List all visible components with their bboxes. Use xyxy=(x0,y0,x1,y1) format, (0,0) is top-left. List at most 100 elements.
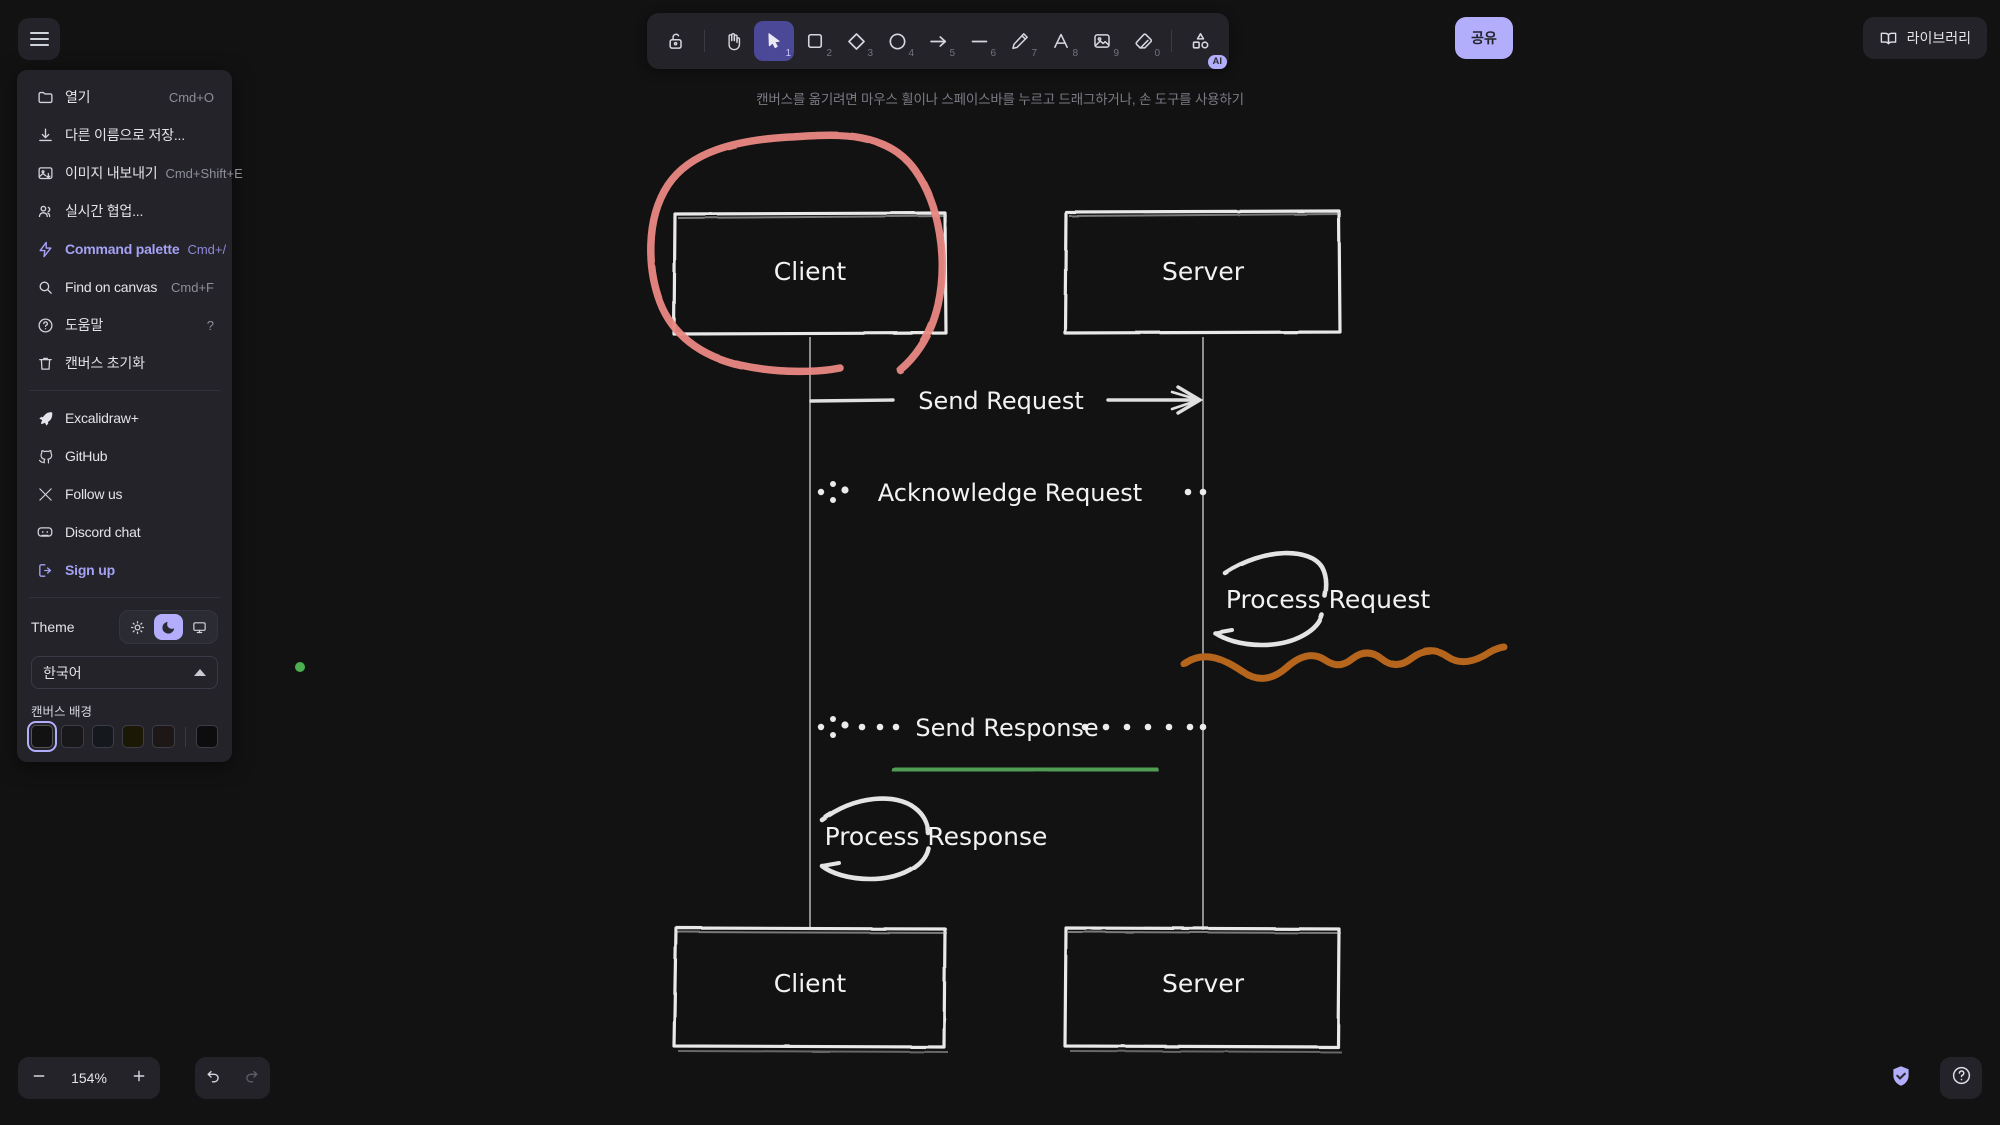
tool-shortcut-number: 4 xyxy=(908,48,914,59)
menu-item-live-collaboration[interactable]: 실시간 협업... xyxy=(23,192,226,230)
undo-icon xyxy=(205,1067,222,1089)
help-circle-icon xyxy=(1951,1065,1972,1091)
zoom-level-value[interactable]: 154% xyxy=(60,1070,118,1086)
message-label-acknowledge-request: Acknowledge Request xyxy=(878,479,1142,507)
discord-icon xyxy=(35,522,55,542)
theme-toggle-group[interactable] xyxy=(119,610,218,644)
language-select-value: 한국어 xyxy=(43,664,82,681)
tool-draw[interactable]: 7 xyxy=(1000,21,1040,61)
redo-icon xyxy=(243,1067,260,1089)
menu-item-label: 캔버스 초기화 xyxy=(65,355,145,371)
menu-item-label: Find on canvas xyxy=(65,279,158,295)
tool-text[interactable]: 8 xyxy=(1041,21,1081,61)
main-menu-panel[interactable]: 열기 Cmd+O 다른 이름으로 저장... 이미지 내보내기 Cmd+Shif… xyxy=(17,70,243,762)
tool-shortcut-number: 7 xyxy=(1031,48,1037,59)
language-select[interactable]: 한국어 xyxy=(31,656,218,689)
zoom-out-button[interactable] xyxy=(18,1057,60,1099)
bg-swatch-3[interactable] xyxy=(122,725,145,748)
message-label-process-request: Process Request xyxy=(1226,585,1431,614)
undo-button[interactable] xyxy=(197,1061,231,1095)
annotation-orange-squiggle xyxy=(1180,643,1508,682)
canvas-hint-text: 캔버스를 옮기려면 마우스 휠이나 스페이스바를 누르고 드래그하거나, 손 도… xyxy=(756,92,1244,107)
node-label-client-top: Client xyxy=(774,257,847,286)
tool-lock[interactable] xyxy=(656,21,696,61)
menu-item-shortcut: Cmd+/ xyxy=(187,241,227,257)
canvas-background-swatches[interactable] xyxy=(17,721,232,762)
bg-swatch-1[interactable] xyxy=(61,725,84,748)
collaborator-presence-dot xyxy=(295,662,305,672)
menu-item-command-palette[interactable]: Command palette Cmd+/ xyxy=(23,230,226,268)
bg-swatch-2[interactable] xyxy=(91,725,115,748)
redo-button[interactable] xyxy=(234,1061,268,1095)
tool-shortcut-number: 0 xyxy=(1154,48,1160,59)
shield-check-icon xyxy=(1889,1064,1913,1093)
excalidraw-app: Client Server Send Request Acknowledge R… xyxy=(0,0,2000,1125)
menu-item-github[interactable]: GitHub xyxy=(23,437,226,475)
menu-item-find-on-canvas[interactable]: Find on canvas Cmd+F xyxy=(23,268,226,306)
bolt-icon xyxy=(35,239,55,259)
menu-item-label: Follow us xyxy=(65,486,123,502)
trash-icon xyxy=(35,353,55,373)
tool-hand[interactable] xyxy=(713,21,753,61)
bg-swatch-0[interactable] xyxy=(26,721,58,752)
menu-item-discord-chat[interactable]: Discord chat xyxy=(23,513,226,551)
menu-item-export-image[interactable]: 이미지 내보내기 Cmd+Shift+E xyxy=(23,154,243,192)
chevron-up-icon xyxy=(194,669,206,676)
toolbar-divider xyxy=(704,30,705,52)
tool-eraser[interactable]: 0 xyxy=(1123,21,1163,61)
library-button[interactable]: 라이브러리 xyxy=(1862,17,1987,59)
menu-item-reset-canvas[interactable]: 캔버스 초기화 xyxy=(23,344,226,382)
library-button-label: 라이브러리 xyxy=(1906,30,1971,46)
rocket-icon xyxy=(35,408,55,428)
theme-light-button[interactable] xyxy=(123,614,152,640)
tool-selection[interactable]: 1 xyxy=(754,21,794,61)
history-controls[interactable] xyxy=(195,1057,270,1099)
node-label-client-bottom: Client xyxy=(774,969,847,998)
encryption-shield-button[interactable] xyxy=(1880,1057,1922,1099)
menu-item-excalidraw-plus[interactable]: Excalidraw+ xyxy=(23,399,226,437)
search-icon xyxy=(35,277,55,297)
tool-ellipse[interactable]: 4 xyxy=(877,21,917,61)
shape-toolbar[interactable]: 1 2 3 4 5 6 7 8 9 0 AI xyxy=(647,13,1229,69)
zoom-controls[interactable]: 154% xyxy=(18,1057,160,1099)
tool-shortcut-number: 3 xyxy=(867,48,873,59)
menu-item-save-as[interactable]: 다른 이름으로 저장... xyxy=(23,116,226,154)
tool-diamond[interactable]: 3 xyxy=(836,21,876,61)
menu-divider xyxy=(29,597,220,598)
menu-item-sign-up[interactable]: Sign up xyxy=(23,551,226,589)
theme-row: Theme xyxy=(17,606,232,650)
bg-swatch-custom[interactable] xyxy=(195,725,219,748)
menu-item-label: 이미지 내보내기 xyxy=(65,165,158,181)
tool-shapes-ai[interactable]: AI xyxy=(1180,21,1227,69)
toolbar-divider xyxy=(1171,30,1172,52)
message-label-send-request: Send Request xyxy=(918,387,1084,415)
help-button[interactable] xyxy=(1940,1057,1982,1099)
main-menu-button[interactable] xyxy=(18,18,60,60)
node-label-server-top: Server xyxy=(1162,257,1245,286)
people-icon xyxy=(35,201,55,221)
drawing-canvas[interactable]: Client Server Send Request Acknowledge R… xyxy=(0,0,2000,1125)
menu-item-help[interactable]: 도움말 ? xyxy=(23,306,226,344)
tool-arrow[interactable]: 5 xyxy=(918,21,958,61)
hamburger-menu-icon xyxy=(29,30,49,48)
menu-item-label: Discord chat xyxy=(65,524,141,540)
x-twitter-icon xyxy=(35,484,55,504)
tool-shortcut-number: 2 xyxy=(826,48,832,59)
tool-line[interactable]: 6 xyxy=(959,21,999,61)
tool-shortcut-number: 8 xyxy=(1072,48,1078,59)
tool-rectangle[interactable]: 2 xyxy=(795,21,835,61)
share-button[interactable]: 공유 xyxy=(1455,17,1513,59)
menu-item-follow-us[interactable]: Follow us xyxy=(23,475,226,513)
menu-item-label: 실시간 협업... xyxy=(65,203,144,219)
annotation-red-circle xyxy=(647,131,946,376)
bg-swatch-4[interactable] xyxy=(152,725,175,748)
zoom-in-button[interactable] xyxy=(118,1057,160,1099)
github-icon xyxy=(35,446,55,466)
save-as-icon xyxy=(35,125,55,145)
sign-up-icon xyxy=(35,560,55,580)
swatch-divider xyxy=(184,726,186,747)
theme-dark-button[interactable] xyxy=(154,614,183,640)
theme-system-button[interactable] xyxy=(185,614,214,640)
tool-image[interactable]: 9 xyxy=(1082,21,1122,61)
menu-item-shortcut: ? xyxy=(206,317,214,333)
